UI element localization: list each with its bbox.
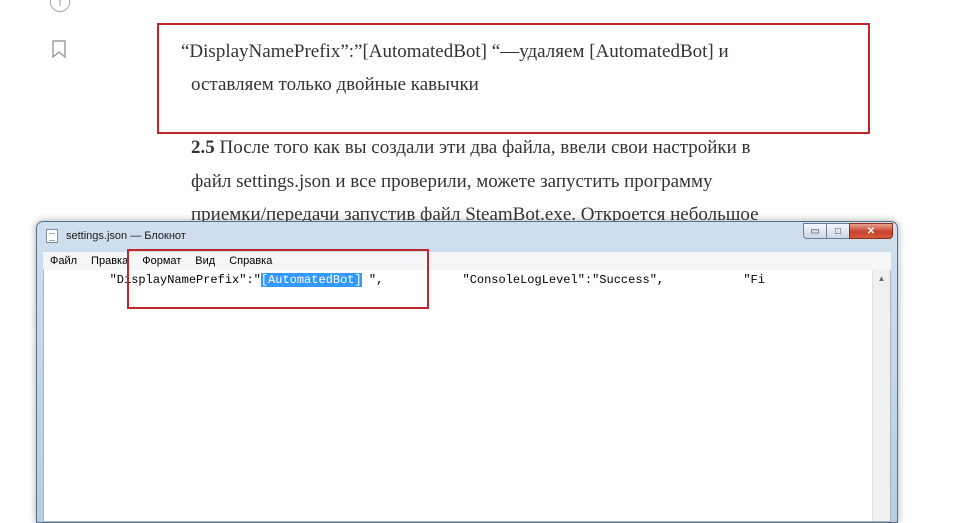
editor-highlight-box [127, 249, 429, 309]
step-paragraph-line-1: 2.5 После того как вы создали эти два фа… [191, 131, 751, 164]
maximize-button[interactable]: □ [826, 223, 850, 239]
close-button[interactable]: ✕ [849, 223, 893, 239]
facebook-icon[interactable]: f [50, 0, 70, 12]
step-number: 2.5 [191, 137, 215, 158]
step-line-1-text: После того как вы создали эти два файла,… [214, 137, 751, 158]
title-bar[interactable]: settings.json — Блокнот ▭ □ ✕ [37, 222, 897, 248]
notepad-app-icon [46, 229, 58, 243]
minimize-button[interactable]: ▭ [803, 223, 827, 239]
bookmark-icon[interactable] [52, 40, 66, 63]
window-title: settings.json — Блокнот [66, 230, 186, 242]
window-controls: ▭ □ ✕ [803, 223, 893, 239]
quote-highlight-box [157, 23, 870, 134]
step-paragraph-line-2: файл settings.json и все проверили, може… [191, 171, 713, 192]
scroll-up-arrow-icon[interactable]: ▲ [873, 270, 890, 287]
vertical-scrollbar[interactable]: ▲ [872, 270, 890, 521]
menu-file[interactable]: Файл [43, 255, 84, 267]
